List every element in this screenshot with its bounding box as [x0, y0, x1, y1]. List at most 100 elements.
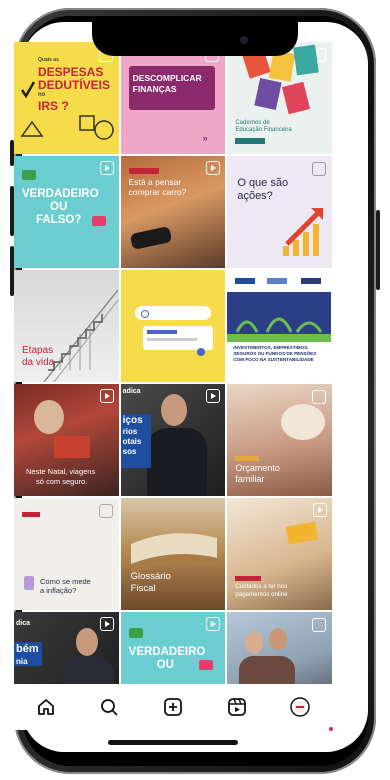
- nav-home-button[interactable]: [31, 692, 61, 722]
- reel-icon: [312, 503, 327, 517]
- post-tile[interactable]: Cuidados a ter nos pagamentos online: [227, 498, 332, 610]
- search-icon: [140, 310, 149, 318]
- reel-icon: [206, 389, 221, 403]
- post-title: FALSO?: [36, 214, 82, 226]
- post-title: Glossário: [130, 571, 171, 582]
- post-title: Como se mede: [40, 577, 91, 586]
- profile-icon: [290, 697, 310, 717]
- post-kicker: no: [38, 92, 46, 98]
- post-tile[interactable]: Neste Natal, viagens só com seguro.: [14, 384, 119, 496]
- post-tile[interactable]: VERDADEIRO OU FALSO?: [14, 156, 119, 268]
- cross-icon: [92, 216, 106, 226]
- reel-icon: [206, 161, 221, 175]
- person-face: [245, 632, 264, 654]
- post-title: só com seguro.: [36, 477, 88, 486]
- geometric-shapes: [20, 81, 114, 140]
- post-title: OU: [50, 201, 68, 213]
- post-title: Cadernos de: [235, 120, 270, 126]
- post-title: IRS ?: [38, 99, 69, 113]
- post-title: DEDUTÍVEIS: [38, 78, 111, 92]
- post-title: Fiscal: [130, 583, 156, 594]
- multi-post-icon: [98, 504, 113, 518]
- post-kicker: dica: [16, 620, 31, 627]
- post-tile[interactable]: Orçamento familiar: [227, 384, 332, 496]
- post-kicker: Quais as: [38, 57, 59, 63]
- posts-grid: Quais as DESPESAS DEDUTÍVEIS no IRS ? DE…: [14, 42, 332, 724]
- post-tile[interactable]: O que são ações?: [227, 156, 332, 268]
- front-camera: [240, 36, 248, 44]
- post-tile[interactable]: Glossário Fiscal: [120, 498, 226, 610]
- post-title: Etapas: [22, 345, 54, 356]
- post-title: Neste Natal, viagens: [26, 467, 96, 476]
- post-title: comprar carro?: [128, 187, 187, 197]
- nav-search-button[interactable]: [94, 692, 124, 722]
- notification-dot: [329, 727, 333, 731]
- post-tile[interactable]: [120, 270, 226, 382]
- post-tile[interactable]: adica iços rios otais sos: [120, 384, 226, 496]
- person-face: [269, 628, 288, 650]
- person-photo: [34, 400, 64, 434]
- post-tile[interactable]: Quais as DESPESAS DEDUTÍVEIS no IRS ?: [14, 42, 119, 154]
- post-title: familiar: [235, 474, 265, 484]
- result-line: [146, 330, 177, 334]
- growth-chart: [283, 208, 324, 256]
- post-tile[interactable]: Etapas da vida: [14, 270, 119, 382]
- create-icon: [164, 698, 182, 716]
- car-key: [129, 226, 172, 250]
- gift-box: [54, 436, 90, 458]
- notch: [92, 18, 298, 56]
- reels-icon: [227, 698, 246, 716]
- person-face: [160, 394, 187, 426]
- search-icon: [101, 699, 119, 716]
- credit-card: [285, 521, 319, 545]
- post-title: VERDADEIRO: [22, 188, 99, 200]
- post-kicker: adica: [122, 388, 141, 395]
- nav-create-button[interactable]: [158, 692, 188, 722]
- check-icon: [22, 170, 36, 180]
- post-title: Educação Financeira: [235, 127, 292, 133]
- cross-icon: [198, 660, 213, 670]
- post-tile[interactable]: INVESTIMENTOS, EMPRÉSTIMOS, SEGUROS OU F…: [227, 270, 332, 382]
- logo: [301, 278, 322, 284]
- logo: [22, 512, 40, 517]
- reel-icon: [99, 161, 114, 175]
- post-title: DESCOMPLICAR: [132, 73, 202, 83]
- post-title: Está a pensar: [128, 177, 182, 187]
- post-title: bém: [16, 643, 39, 655]
- logo: [235, 278, 256, 284]
- reel-icon: [99, 617, 114, 631]
- decor-photo: [281, 404, 326, 440]
- result-line: [146, 338, 197, 341]
- post-title: DESPESAS: [38, 65, 104, 79]
- power-button: [376, 210, 380, 290]
- post-kicker-bar: [128, 168, 159, 174]
- reel-icon: [99, 389, 114, 403]
- post-tile[interactable]: Cadernos de Educação Financeira: [227, 42, 332, 154]
- post-title: OU: [156, 659, 174, 671]
- multi-post-icon: [311, 390, 326, 404]
- home-indicator: [108, 740, 238, 745]
- calculator-icon: [24, 576, 34, 590]
- post-title: FINANÇAS: [132, 84, 177, 94]
- post-title: Cuidados a ter nos: [235, 583, 288, 590]
- home-icon: [37, 699, 54, 715]
- post-title: iços: [122, 415, 143, 426]
- post-title: da vida: [22, 357, 55, 368]
- post-title: nia: [16, 657, 28, 666]
- post-tile[interactable]: DESCOMPLICAR FINANÇAS »: [120, 42, 226, 154]
- post-title: Orçamento: [235, 463, 280, 473]
- nav-profile-button[interactable]: [285, 692, 315, 722]
- post-tile[interactable]: Está a pensar comprar carro?: [120, 156, 226, 268]
- logo: [267, 278, 288, 284]
- chevron-right-icon: »: [202, 133, 208, 143]
- bottom-nav: [14, 684, 332, 730]
- post-title: COM FOCO NA SUSTENTABILIDADE: [233, 357, 314, 362]
- post-tile[interactable]: Como se mede a inflação?: [14, 498, 119, 610]
- post-kicker-bar: [235, 576, 262, 581]
- post-kicker-bar: [235, 456, 260, 461]
- cursor-icon: [196, 348, 205, 356]
- nav-reels-button[interactable]: [222, 692, 252, 722]
- check-icon: [128, 628, 143, 638]
- cta-button: [235, 138, 266, 144]
- post-title: otais: [122, 437, 142, 446]
